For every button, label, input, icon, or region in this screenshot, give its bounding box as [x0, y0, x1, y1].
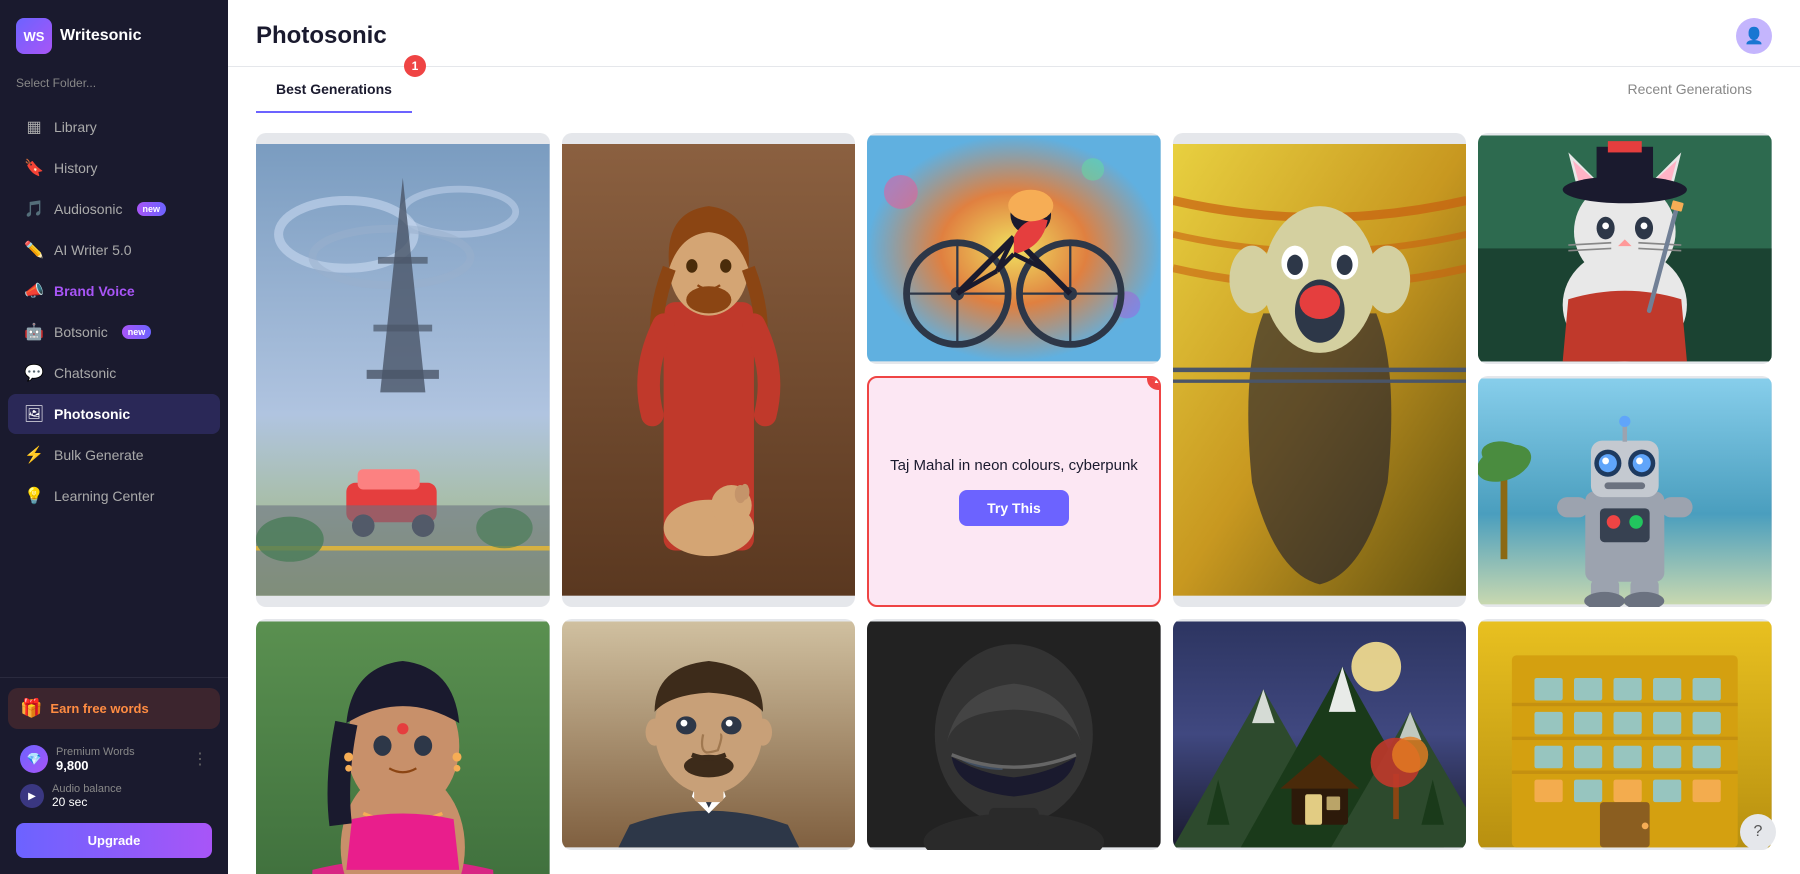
header-right: 👤	[1736, 18, 1772, 66]
earn-free-words-button[interactable]: 🎁 Earn free words	[8, 688, 220, 729]
words-label: Premium Words	[56, 746, 184, 758]
sidebar-item-label: Library	[54, 119, 97, 135]
gallery-item[interactable]	[256, 619, 550, 874]
help-button[interactable]: ?	[1740, 814, 1776, 850]
words-count: 9,800	[56, 758, 184, 773]
new-badge: new	[122, 325, 152, 339]
gallery-item[interactable]	[1478, 376, 1772, 607]
sidebar-item-history[interactable]: 🔖 History	[8, 148, 220, 188]
upgrade-button[interactable]: Upgrade	[16, 823, 212, 858]
logo[interactable]: WS Writesonic	[0, 0, 228, 72]
gallery-item[interactable]	[256, 133, 550, 607]
user-avatar[interactable]: 👤	[1736, 18, 1772, 54]
sidebar-item-label: History	[54, 160, 98, 176]
bulk-generate-icon: ⚡	[24, 445, 44, 465]
gallery-item[interactable]	[1173, 133, 1467, 607]
gallery-item[interactable]	[867, 619, 1161, 850]
botsonic-icon: 🤖	[24, 322, 44, 342]
sidebar-item-audiosonic[interactable]: 🎵 Audiosonic new	[8, 189, 220, 229]
select-folder[interactable]: Select Folder...	[0, 72, 228, 102]
tab-best-generations[interactable]: Best Generations 1	[256, 67, 412, 113]
earn-label: Earn free words	[50, 701, 148, 716]
premium-words-info: 💎 Premium Words 9,800 ⋮	[8, 739, 220, 779]
sidebar-item-ai-writer[interactable]: ✏️ AI Writer 5.0	[8, 230, 220, 270]
try-this-button[interactable]: Try This	[959, 490, 1069, 526]
sidebar-bottom: 🎁 Earn free words 💎 Premium Words 9,800 …	[0, 677, 228, 874]
history-icon: 🔖	[24, 158, 44, 178]
photosonic-icon: 🖼	[24, 404, 44, 424]
ai-writer-icon: ✏️	[24, 240, 44, 260]
audio-count: 20 sec	[52, 795, 122, 809]
sidebar-item-botsonic[interactable]: 🤖 Botsonic new	[8, 312, 220, 352]
sidebar-item-chatsonic[interactable]: 💬 Chatsonic	[8, 353, 220, 393]
audio-balance-info: ▶ Audio balance 20 sec	[8, 779, 220, 817]
sidebar-item-library[interactable]: ▦ Library	[8, 107, 220, 147]
gallery-item[interactable]	[1173, 619, 1467, 850]
sidebar-item-label: Learning Center	[54, 488, 154, 504]
sidebar-item-bulk-generate[interactable]: ⚡ Bulk Generate	[8, 435, 220, 475]
sidebar-item-brand-voice[interactable]: 📣 Brand Voice	[8, 271, 220, 311]
gallery-item[interactable]	[562, 133, 856, 607]
gallery-item[interactable]	[867, 133, 1161, 364]
library-icon: ▦	[24, 117, 44, 137]
audiosonic-icon: 🎵	[24, 199, 44, 219]
try-this-card: Taj Mahal in neon colours, cyberpunk Try…	[867, 376, 1161, 607]
new-badge: new	[137, 202, 167, 216]
sidebar-item-label: AI Writer 5.0	[54, 242, 132, 258]
sidebar: WS Writesonic Select Folder... ▦ Library…	[0, 0, 228, 874]
gallery-container: Taj Mahal in neon colours, cyberpunk Try…	[228, 113, 1800, 874]
page-title: Photosonic	[256, 22, 387, 62]
audio-label: Audio balance	[52, 783, 122, 795]
gallery-grid: Taj Mahal in neon colours, cyberpunk Try…	[256, 133, 1772, 874]
sidebar-item-label: Botsonic	[54, 324, 108, 340]
words-avatar: 💎	[20, 745, 48, 773]
main-content: Photosonic 👤 Best Generations 1 Recent G…	[228, 0, 1800, 874]
sidebar-nav: ▦ Library 🔖 History 🎵 Audiosonic new ✏️ …	[0, 102, 228, 677]
sidebar-item-label: Chatsonic	[54, 365, 116, 381]
words-details: Premium Words 9,800	[56, 746, 184, 773]
sidebar-item-label: Brand Voice	[54, 283, 135, 299]
gallery-item[interactable]	[1478, 133, 1772, 364]
tab-badge-1: 1	[404, 55, 426, 77]
try-this-badge: 2	[1147, 376, 1161, 390]
audio-icon: ▶	[20, 784, 44, 808]
chatsonic-icon: 💬	[24, 363, 44, 383]
logo-icon: WS	[16, 18, 52, 54]
logo-text: Writesonic	[60, 27, 142, 45]
help-icon: ?	[1754, 823, 1763, 841]
sidebar-item-photosonic[interactable]: 🖼 Photosonic	[8, 394, 220, 434]
gallery-item[interactable]	[562, 619, 856, 850]
sidebar-item-learning-center[interactable]: 💡 Learning Center	[8, 476, 220, 516]
sidebar-item-label: Audiosonic	[54, 201, 123, 217]
gallery-item[interactable]	[1478, 619, 1772, 850]
try-this-text: Taj Mahal in neon colours, cyberpunk	[890, 457, 1138, 474]
tabs-row: Best Generations 1 Recent Generations	[228, 67, 1800, 113]
learning-center-icon: 💡	[24, 486, 44, 506]
main-header: Photosonic 👤	[228, 0, 1800, 67]
words-menu-icon[interactable]: ⋮	[192, 749, 208, 769]
sidebar-item-label: Bulk Generate	[54, 447, 144, 463]
brand-voice-icon: 📣	[24, 281, 44, 301]
gift-icon: 🎁	[20, 698, 42, 719]
audio-details: Audio balance 20 sec	[52, 783, 122, 809]
tab-recent-generations[interactable]: Recent Generations	[1607, 67, 1772, 113]
sidebar-item-label: Photosonic	[54, 406, 130, 422]
